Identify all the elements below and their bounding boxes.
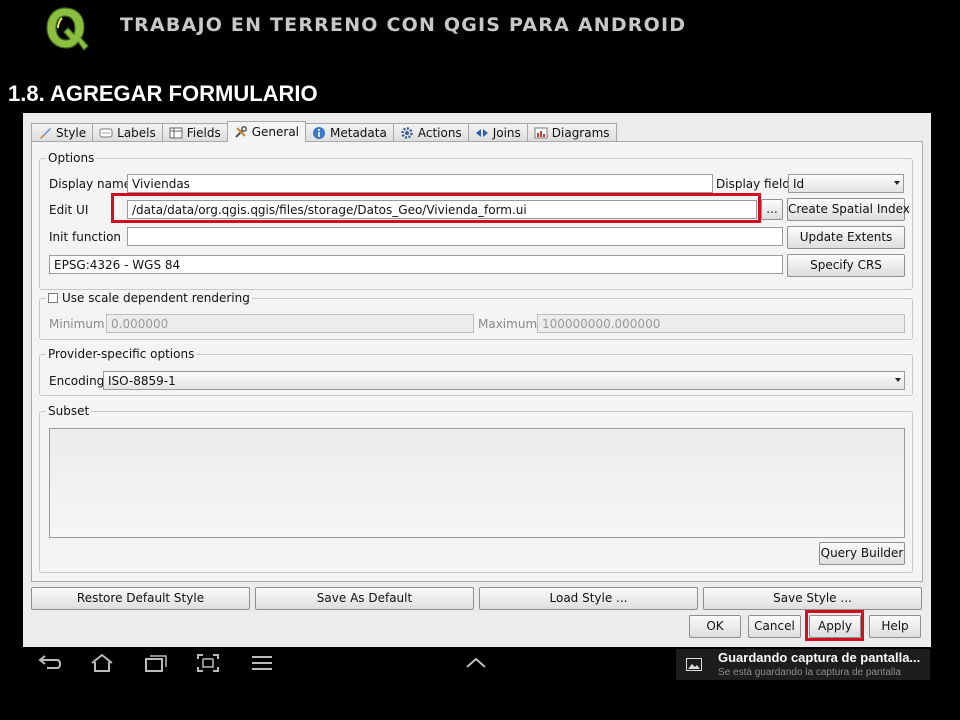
provider-group-title: Provider-specific options (46, 347, 197, 361)
display-field-value: Id (793, 177, 805, 191)
tab-actions-label: Actions (417, 126, 462, 140)
restore-default-style-button[interactable]: Restore Default Style (31, 587, 250, 610)
gear-icon (400, 126, 414, 140)
maximum-label: Maximum (478, 317, 538, 331)
chevron-down-icon (895, 378, 901, 382)
save-as-default-button[interactable]: Save As Default (255, 587, 474, 610)
layer-properties-dialog: Style Labels Fields General Metadata Act… (23, 113, 931, 647)
info-icon (312, 126, 326, 140)
tab-diagrams[interactable]: Diagrams (526, 123, 617, 142)
scale-group-title: Use scale dependent rendering (46, 291, 252, 305)
cancel-button[interactable]: Cancel (748, 615, 801, 638)
back-icon[interactable] (37, 653, 63, 673)
join-icon (475, 126, 489, 140)
minimum-label: Minimum (49, 317, 105, 331)
qgis-logo-icon (46, 7, 89, 51)
load-style-button[interactable]: Load Style ... (479, 587, 698, 610)
notification-subtitle: Se está guardando la captura de pantalla (718, 667, 901, 678)
chevron-up-icon[interactable] (463, 653, 489, 673)
browse-button[interactable]: ... (761, 199, 783, 220)
minimum-input[interactable]: 0.000000 (106, 314, 474, 333)
label-icon (99, 126, 113, 140)
crs-input[interactable]: EPSG:4326 - WGS 84 (49, 255, 783, 274)
tab-style[interactable]: Style (31, 123, 94, 142)
specify-crs-button[interactable]: Specify CRS (787, 254, 905, 277)
create-spatial-index-button[interactable]: Create Spatial Index (787, 198, 910, 221)
scale-checkbox[interactable] (48, 293, 58, 303)
tab-labels[interactable]: Labels (92, 123, 163, 142)
maximum-input[interactable]: 100000000.000000 (537, 314, 905, 333)
display-field-label: Display field (716, 177, 790, 191)
display-field-select[interactable]: Id (788, 174, 904, 193)
help-button[interactable]: Help (869, 615, 921, 638)
chevron-down-icon (894, 181, 900, 185)
update-extents-button[interactable]: Update Extents (787, 226, 905, 249)
tab-general[interactable]: General (226, 121, 307, 142)
init-function-input[interactable] (127, 227, 783, 246)
home-icon[interactable] (89, 653, 115, 673)
screenshot-notification[interactable]: Guardando captura de pantalla... Se está… (676, 649, 930, 680)
slide-header: TRABAJO EN TERRENO CON QGIS PARA ANDROID (0, 0, 960, 60)
tab-actions[interactable]: Actions (392, 123, 469, 142)
apply-button[interactable]: Apply (809, 615, 861, 638)
slide-title: TRABAJO EN TERRENO CON QGIS PARA ANDROID (120, 14, 687, 36)
menu-icon[interactable] (249, 653, 275, 673)
options-group-title: Options (46, 151, 97, 165)
save-style-button[interactable]: Save Style ... (703, 587, 922, 610)
android-nav-bar: Guardando captura de pantalla... Se está… (23, 647, 931, 680)
tab-diagrams-label: Diagrams (551, 126, 610, 140)
edit-ui-label: Edit UI (49, 203, 89, 217)
edit-ui-input[interactable]: /data/data/org.qgis.qgis/files/storage/D… (127, 200, 757, 219)
subset-group-title: Subset (46, 404, 92, 418)
tab-bar: Style Labels Fields General Metadata Act… (31, 121, 617, 142)
screenshot-icon[interactable] (195, 653, 221, 673)
table-icon (169, 126, 183, 140)
brush-icon (38, 126, 52, 140)
general-tab-panel: Options Display name Viviendas Display f… (31, 141, 923, 582)
notification-title: Guardando captura de pantalla... (718, 650, 921, 665)
display-name-input[interactable]: Viviendas (127, 174, 713, 193)
tab-joins[interactable]: Joins (467, 123, 528, 142)
init-function-label: Init function (49, 230, 122, 244)
recent-apps-icon[interactable] (143, 653, 169, 673)
ok-button[interactable]: OK (689, 615, 741, 638)
encoding-label: Encoding (49, 374, 105, 388)
tab-labels-label: Labels (117, 126, 156, 140)
scale-checkbox-label: Use scale dependent rendering (62, 291, 250, 305)
section-heading: 1.8. AGREGAR FORMULARIO (8, 81, 318, 106)
tools-icon (234, 125, 248, 139)
tab-style-label: Style (56, 126, 87, 140)
subset-query-textarea[interactable] (49, 428, 905, 538)
tab-general-label: General (251, 125, 300, 139)
display-name-label: Display name (49, 177, 132, 191)
tab-joins-label: Joins (492, 126, 521, 140)
tab-fields[interactable]: Fields (161, 123, 228, 142)
query-builder-button[interactable]: Query Builder (819, 542, 905, 565)
tab-metadata-label: Metadata (330, 126, 387, 140)
encoding-select[interactable]: ISO-8859-1 (103, 371, 905, 390)
tab-fields-label: Fields (186, 126, 221, 140)
encoding-value: ISO-8859-1 (108, 374, 176, 388)
tab-metadata[interactable]: Metadata (305, 123, 394, 142)
image-icon (686, 658, 702, 671)
diagram-icon (534, 126, 548, 140)
